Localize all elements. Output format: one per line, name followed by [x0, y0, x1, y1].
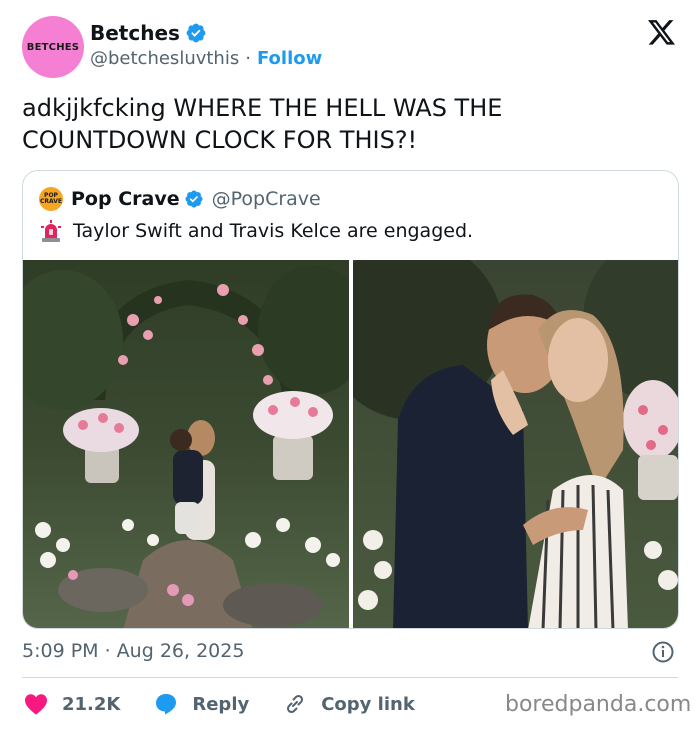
siren-icon [41, 220, 61, 242]
author-avatar[interactable]: BETCHES [22, 16, 84, 78]
author-avatar-text: BETCHES [26, 41, 80, 53]
follow-button[interactable]: Follow [257, 48, 322, 69]
tweet-text: adkjjkfcking WHERE THE HELL WAS THE COUN… [22, 94, 503, 154]
quote-body: Taylor Swift and Travis Kelce are engage… [39, 219, 473, 243]
copy-link-label: Copy link [321, 693, 415, 715]
garden-photo-graphic [23, 260, 349, 628]
author-handle-row: @betchesluvthis · Follow [90, 48, 322, 69]
reply-bubble-icon [156, 694, 177, 715]
quote-avatar-text: POP CRAVE [39, 192, 62, 205]
verified-badge-icon [186, 23, 206, 43]
separator-dot: · [245, 48, 251, 69]
quoted-tweet[interactable]: POP CRAVE Pop Crave @PopCrave Taylor Swi… [22, 170, 679, 629]
reply-label: Reply [192, 693, 250, 715]
like-button[interactable]: 21.2K [24, 693, 120, 715]
heart-icon [25, 694, 47, 715]
x-logo-icon[interactable] [648, 20, 676, 46]
action-bar: 21.2K Reply Copy link [24, 690, 449, 718]
quote-handle[interactable]: @PopCrave [212, 188, 321, 210]
copy-link-button[interactable]: Copy link [283, 692, 415, 716]
like-count: 21.2K [62, 693, 121, 715]
verified-badge-icon [185, 190, 203, 208]
tweet-timestamp[interactable]: 5:09 PM · Aug 26, 2025 [22, 640, 244, 662]
reply-button[interactable]: Reply [154, 692, 249, 716]
author-name-row: Betches [90, 21, 207, 45]
divider [22, 677, 678, 678]
author-handle[interactable]: @betchesluvthis [90, 48, 239, 69]
embrace-photo-graphic [353, 260, 678, 628]
quote-avatar[interactable]: POP CRAVE [39, 187, 63, 211]
boredpanda-watermark: boredpanda.com [505, 692, 692, 717]
quote-text: Taylor Swift and Travis Kelce are engage… [73, 220, 474, 242]
link-icon [287, 694, 304, 714]
quote-display-name[interactable]: Pop Crave [71, 188, 180, 210]
info-icon[interactable] [651, 640, 675, 664]
garden-proposal-photo[interactable] [23, 260, 349, 628]
author-display-name[interactable]: Betches [90, 21, 180, 45]
quote-header: POP CRAVE Pop Crave @PopCrave [39, 187, 321, 211]
couple-embrace-photo[interactable] [353, 260, 678, 628]
